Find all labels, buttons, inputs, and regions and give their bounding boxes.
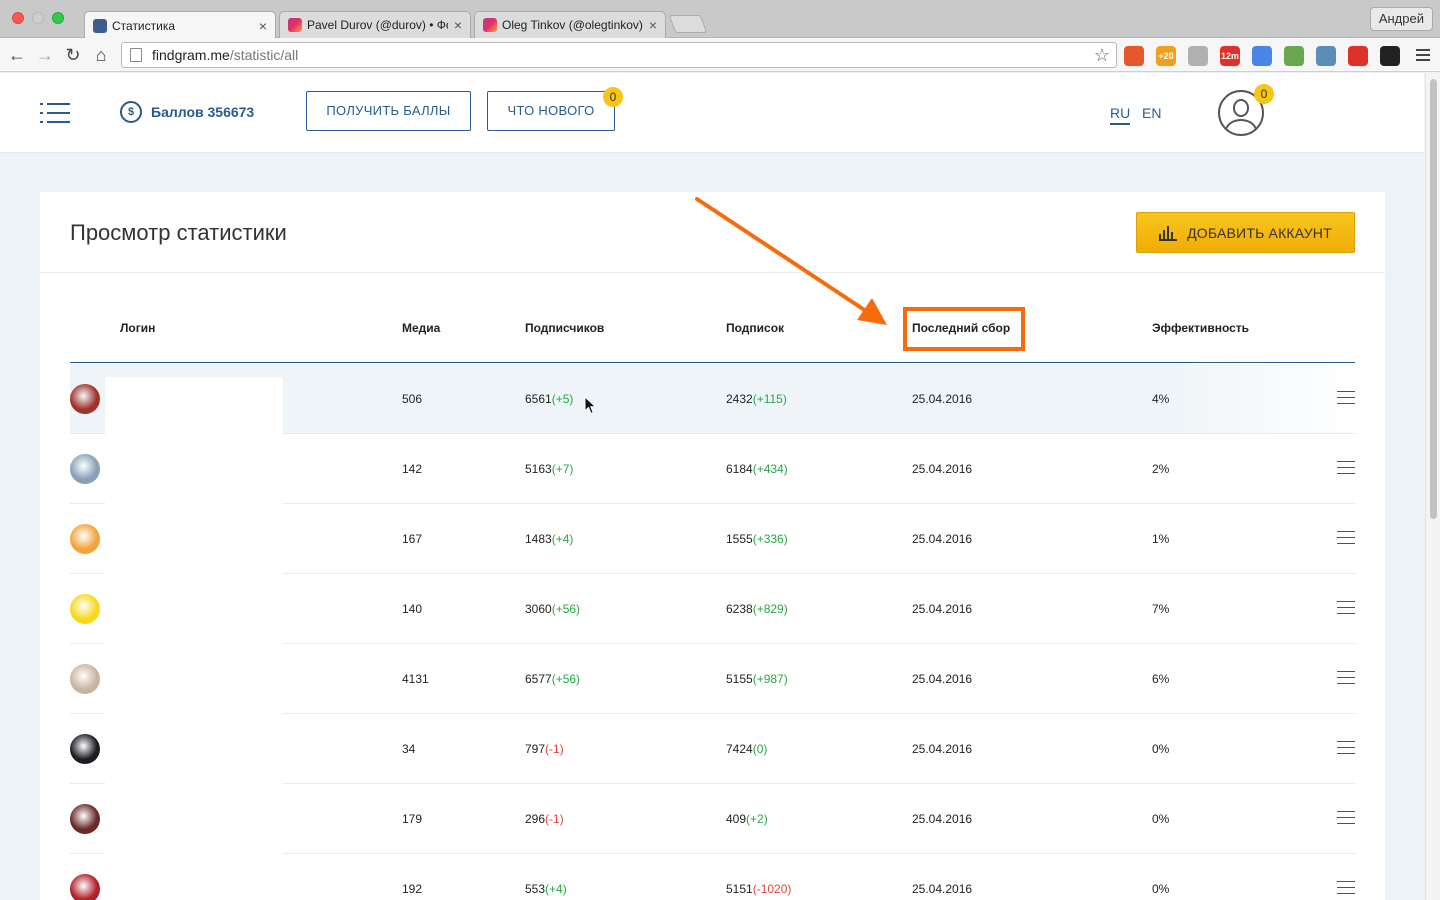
annotation-arrow-icon xyxy=(695,197,887,325)
annotation-highlight-box xyxy=(903,307,1025,351)
mouse-cursor-icon xyxy=(584,396,597,415)
